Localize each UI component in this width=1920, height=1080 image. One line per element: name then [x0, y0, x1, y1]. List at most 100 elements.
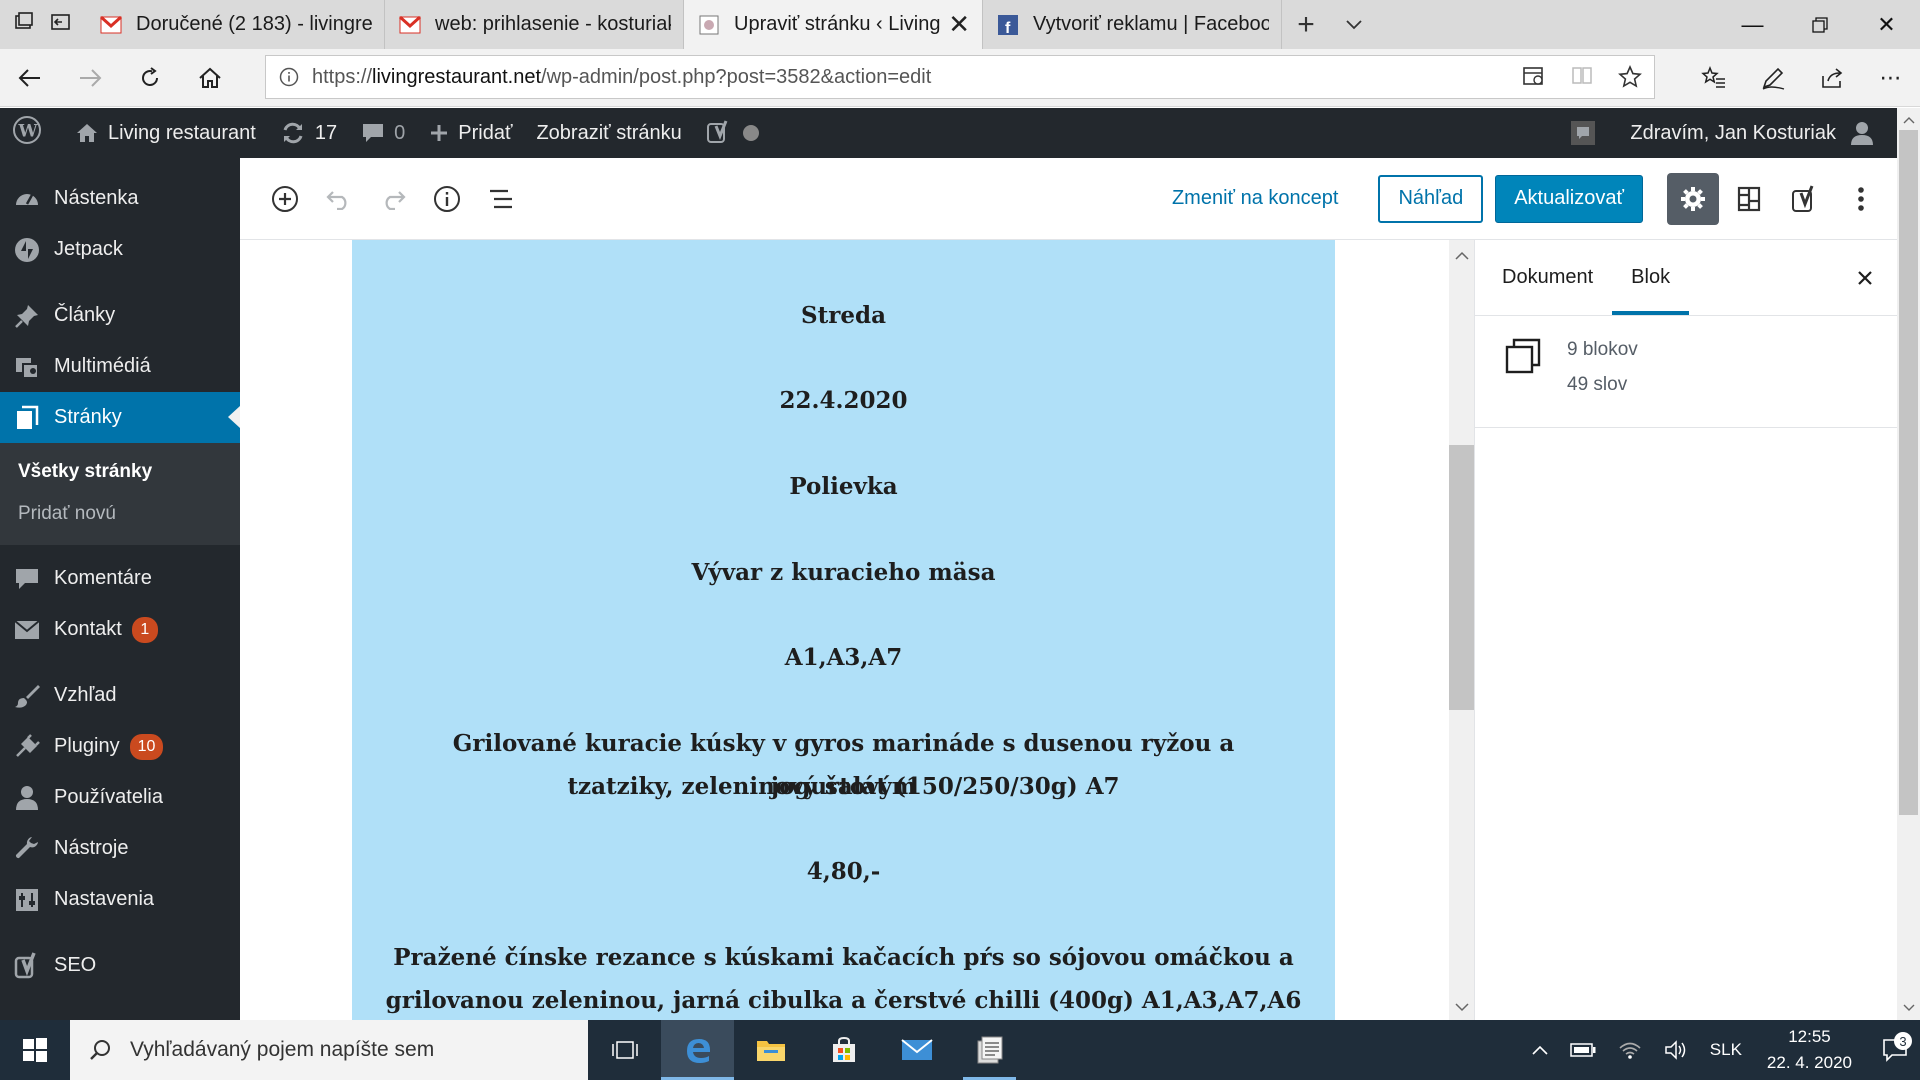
my-account-link[interactable]: Zdravím, Jan Kosturiak — [1618, 108, 1897, 158]
url-text[interactable]: https://livingrestaurant.net/wp-admin/po… — [312, 66, 1510, 89]
favorites-list-icon[interactable] — [1684, 66, 1743, 90]
update-button[interactable]: Aktualizovať — [1495, 174, 1643, 223]
reading-view-icon[interactable] — [1558, 65, 1606, 89]
notifications-link[interactable] — [1557, 108, 1618, 158]
browser-tab-facebook[interactable]: f Vytvoriť reklamu | Facebook — [983, 0, 1282, 49]
menu-item-posts[interactable]: Články — [0, 290, 240, 341]
set-aside-tabs-icon[interactable] — [50, 12, 72, 37]
new-content-link[interactable]: Pridať — [417, 108, 524, 158]
refresh-icon[interactable] — [120, 49, 180, 107]
menu-item-dashboard[interactable]: Nástenka — [0, 173, 240, 224]
menu-item-pages[interactable]: Stránky — [0, 392, 240, 443]
soup-heading[interactable]: Polievka — [352, 465, 1335, 508]
page-scroll-up-icon[interactable] — [1897, 110, 1920, 130]
browser-tab-gmail-web[interactable]: web: prihlasenie - kosturiakj — [385, 0, 684, 49]
comments-link[interactable]: 0 — [349, 108, 417, 158]
updates-link[interactable]: 17 — [268, 108, 349, 158]
pen-notes-icon[interactable] — [1743, 65, 1802, 91]
scroll-down-chevron-icon[interactable] — [1449, 996, 1474, 1018]
content-info-icon[interactable] — [420, 172, 474, 226]
menu-item-media[interactable]: Multimédiá — [0, 341, 240, 392]
menu-label: Stránky — [54, 406, 122, 428]
dish2-line2[interactable]: grilovanou zeleninou, jarná cibulka a če… — [352, 979, 1335, 1020]
settings-gear-icon[interactable] — [1667, 172, 1719, 225]
tab-list-chevron-icon[interactable] — [1330, 0, 1378, 49]
editor-canvas[interactable]: Streda 22.4.2020 Polievka Vývar z kuraci… — [240, 240, 1474, 1020]
page-scrollbar-thumb[interactable] — [1899, 130, 1918, 815]
menu-item-contact[interactable]: Kontakt 1 — [0, 604, 240, 655]
switch-to-draft-button[interactable]: Zmeniť na koncept — [1172, 187, 1338, 210]
date-line[interactable]: 22.4.2020 — [352, 379, 1335, 422]
soup-name[interactable]: Vývar z kuracieho mäsa — [352, 551, 1335, 594]
menu-item-seo[interactable]: SEO — [0, 940, 240, 991]
menu-content-block[interactable]: Streda 22.4.2020 Polievka Vývar z kuraci… — [352, 240, 1335, 1020]
clock[interactable]: 12:55 22. 4. 2020 — [1767, 1024, 1852, 1076]
dish1-price[interactable]: 4,80,- — [352, 850, 1335, 893]
mail-icon[interactable] — [880, 1020, 953, 1080]
taskbar-search-box[interactable]: Vyhľadávaný pojem napíšte sem — [70, 1020, 588, 1080]
menu-item-plugins[interactable]: Pluginy 10 — [0, 721, 240, 772]
soup-allergens[interactable]: A1,A3,A7 — [352, 636, 1335, 679]
add-block-icon[interactable] — [258, 172, 312, 226]
windows-start-icon[interactable] — [0, 1020, 70, 1080]
preview-button[interactable]: Náhľad — [1378, 174, 1484, 223]
canvas-scrollbar[interactable] — [1449, 240, 1474, 1020]
dish2-line1[interactable]: Pražené čínske rezance s kúskami kačacíc… — [352, 936, 1335, 979]
minimize-icon[interactable]: — — [1719, 0, 1786, 49]
address-bar[interactable]: https://livingrestaurant.net/wp-admin/po… — [265, 55, 1655, 99]
tab-document[interactable]: Dokument — [1483, 240, 1612, 315]
share-icon[interactable] — [1802, 67, 1861, 89]
close-tab-icon[interactable]: ✕ — [948, 9, 970, 40]
wifi-icon[interactable] — [1618, 1040, 1642, 1060]
forward-arrow-icon[interactable] — [60, 49, 120, 107]
menu-item-tools[interactable]: Nástroje — [0, 823, 240, 874]
wordpress-logo-item[interactable]: W — [0, 108, 63, 158]
add-to-collection-icon[interactable] — [1510, 65, 1558, 89]
more-dots-icon[interactable]: ⋯ — [1861, 65, 1920, 91]
task-view-icon[interactable] — [588, 1020, 661, 1080]
tray-expand-chevron-icon[interactable] — [1532, 1045, 1548, 1055]
yoast-link[interactable] — [694, 108, 782, 158]
redo-icon[interactable] — [366, 172, 420, 226]
tab-preview-icon[interactable] — [14, 12, 34, 37]
undo-icon[interactable] — [312, 172, 366, 226]
site-name-link[interactable]: Living restaurant — [63, 108, 268, 158]
edge-browser-icon[interactable] — [661, 1020, 734, 1080]
yoast-toolbar-icon[interactable] — [1779, 173, 1831, 225]
menu-item-jetpack[interactable]: Jetpack — [0, 224, 240, 275]
view-page-link[interactable]: Zobraziť stránku — [524, 108, 693, 158]
action-center-icon[interactable]: 3 — [1870, 1032, 1920, 1062]
close-window-icon[interactable]: ✕ — [1853, 0, 1920, 49]
submenu-all-pages[interactable]: Všetky stránky — [0, 451, 240, 493]
favorite-star-icon[interactable] — [1606, 65, 1654, 89]
submenu-add-new-page[interactable]: Pridať novú — [0, 493, 240, 535]
microsoft-store-icon[interactable] — [807, 1020, 880, 1080]
volume-icon[interactable] — [1664, 1040, 1688, 1060]
more-options-vertical-icon[interactable] — [1835, 173, 1887, 225]
page-scroll-down-icon[interactable] — [1897, 998, 1920, 1018]
browser-tab-gmail-inbox[interactable]: Doručené (2 183) - livingres — [86, 0, 385, 49]
battery-icon[interactable] — [1570, 1043, 1596, 1057]
restore-icon[interactable] — [1786, 0, 1853, 49]
menu-item-settings[interactable]: Nastavenia — [0, 874, 240, 925]
site-info-icon[interactable] — [266, 67, 312, 87]
close-settings-icon[interactable] — [1845, 258, 1885, 298]
tab-block[interactable]: Blok — [1612, 240, 1690, 315]
home-icon[interactable] — [180, 49, 240, 107]
page-scrollbar[interactable] — [1897, 108, 1920, 1020]
back-arrow-icon[interactable] — [0, 49, 60, 107]
input-language[interactable]: SLK — [1710, 1040, 1742, 1060]
browser-tab-edit-page[interactable]: Upraviť stránku ‹ Living ✕ — [684, 0, 983, 49]
day-heading[interactable]: Streda — [352, 294, 1335, 337]
block-navigation-icon[interactable] — [474, 172, 528, 226]
documents-app-icon[interactable] — [953, 1020, 1026, 1080]
new-tab-button[interactable]: + — [1282, 0, 1330, 49]
dish1-line2[interactable]: tzatziky, zeleninový šalát (150/250/30g)… — [352, 765, 1335, 808]
layout-grid-icon[interactable] — [1723, 173, 1775, 225]
menu-item-comments[interactable]: Komentáre — [0, 553, 240, 604]
menu-item-appearance[interactable]: Vzhľad — [0, 670, 240, 721]
canvas-scrollbar-thumb[interactable] — [1449, 445, 1474, 710]
menu-item-users[interactable]: Používatelia — [0, 772, 240, 823]
file-explorer-icon[interactable] — [734, 1020, 807, 1080]
scroll-up-chevron-icon[interactable] — [1449, 244, 1474, 266]
